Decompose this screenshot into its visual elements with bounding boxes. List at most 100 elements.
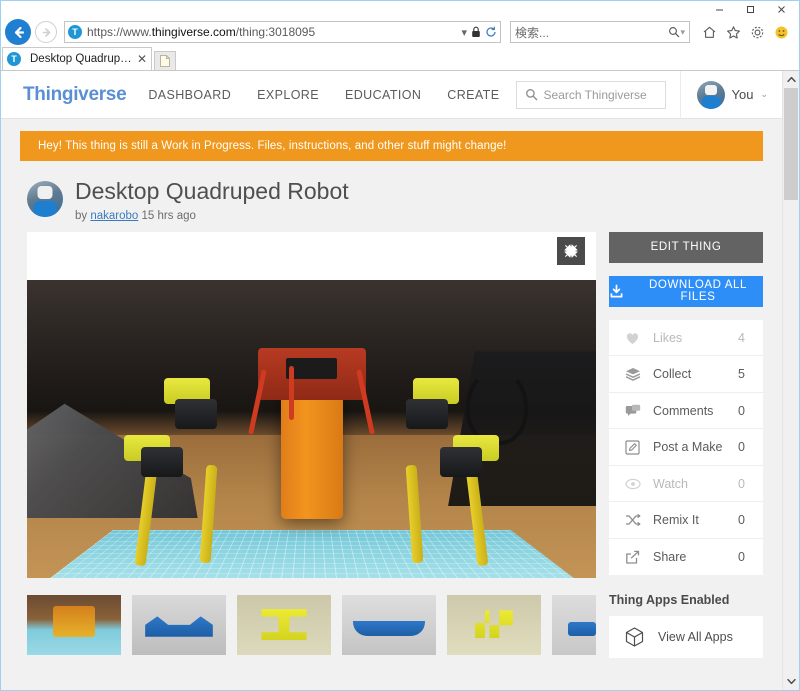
site-favicon: T [68, 25, 82, 39]
browser-window: T https://www.thingiverse.com/thing:3018… [0, 0, 800, 691]
page-content: Thingiverse DASHBOARD EXPLORE EDUCATION … [1, 71, 782, 690]
download-all-files-button[interactable]: DOWNLOAD ALL FILES [609, 275, 763, 307]
layers-icon [625, 367, 653, 381]
pencil-square-icon [625, 439, 653, 455]
search-icon [668, 26, 680, 38]
stat-row-share[interactable]: Share 0 [609, 539, 763, 576]
download-icon [609, 284, 624, 299]
tab-close-icon[interactable]: ✕ [137, 52, 147, 66]
view-all-apps-item[interactable]: View All Apps [609, 616, 763, 659]
comment-icon [625, 404, 653, 418]
thumbnail-5-yellow-leg-print[interactable] [447, 594, 541, 655]
stat-value-watch: 0 [738, 476, 745, 491]
stat-label-comments: Comments [653, 403, 714, 418]
search-icon [525, 88, 538, 101]
work-in-progress-banner: Hey! This thing is still a Work in Progr… [20, 131, 763, 161]
page-viewport: Thingiverse DASHBOARD EXPLORE EDUCATION … [1, 71, 799, 690]
stat-row-collect[interactable]: Collect 5 [609, 356, 763, 393]
stat-row-likes[interactable]: Likes 4 [609, 320, 763, 357]
address-bar-url: https://www.thingiverse.com/thing:301809… [87, 25, 316, 39]
gallery-column [27, 231, 596, 655]
tools-gear-icon[interactable] [749, 24, 766, 41]
stat-value-collect: 5 [738, 367, 745, 381]
favorites-star-icon[interactable] [725, 24, 742, 41]
refresh-icon[interactable] [485, 26, 497, 38]
title-bar [1, 1, 799, 17]
back-arrow-icon[interactable] [5, 19, 31, 45]
tab-desktop-quadruped-robot[interactable]: T Desktop Quadruped Robot ... ✕ [2, 47, 152, 70]
nav-item-explore[interactable]: EXPLORE [257, 88, 319, 102]
site-search-box[interactable]: Search Thingiverse [515, 80, 666, 109]
forward-arrow-icon[interactable] [35, 21, 57, 43]
thingiverse-logo[interactable]: Thingiverse [1, 84, 140, 106]
browser-tool-icons [693, 24, 795, 41]
thumbnail-1-assembled-robot[interactable] [27, 594, 121, 655]
close-button[interactable] [766, 1, 797, 17]
stat-row-post-a-make[interactable]: Post a Make 0 [609, 429, 763, 466]
stat-row-remix-it[interactable]: Remix It 0 [609, 502, 763, 539]
chevron-down-icon: ⌄ [760, 89, 768, 99]
sidebar-column: EDIT THING DOWNLOAD ALL FILES Likes 4 Co… [609, 231, 763, 659]
thumbnail-6-blue-part-partial[interactable] [552, 594, 596, 655]
lock-icon [471, 26, 481, 38]
heart-icon [625, 331, 653, 345]
page-scrollbar[interactable] [782, 71, 799, 690]
shuffle-icon [625, 513, 653, 527]
navigation-toolbar: T https://www.thingiverse.com/thing:3018… [1, 17, 799, 47]
smiley-feedback-icon[interactable] [773, 24, 790, 41]
thing-title-row: Desktop Quadruped Robot by nakarobo 15 h… [1, 161, 782, 232]
stat-value-comments: 0 [738, 403, 745, 418]
tab-favicon: T [7, 52, 21, 66]
tab-title: Desktop Quadruped Robot ... [30, 53, 133, 65]
thumbnail-4-blue-curved-part[interactable] [342, 594, 436, 655]
chevron-down-icon[interactable]: ▾ [461, 26, 467, 39]
stat-label-likes: Likes [653, 330, 683, 345]
stat-label-share: Share [653, 550, 687, 564]
stat-row-watch[interactable]: Watch 0 [609, 466, 763, 503]
nav-item-education[interactable]: EDUCATION [345, 88, 421, 102]
scrollbar-thumb[interactable] [784, 88, 798, 200]
maximize-button[interactable] [735, 1, 766, 17]
stats-list: Likes 4 Collect 5 Comments 0 Post a Make… [609, 319, 763, 576]
nav-item-dashboard[interactable]: DASHBOARD [148, 88, 231, 102]
stat-value-post-a-make: 0 [738, 440, 745, 454]
image-card [27, 231, 596, 578]
new-tab-button[interactable] [154, 51, 176, 70]
stat-label-post-a-make: Post a Make [653, 440, 723, 454]
view-all-apps-label: View All Apps [658, 630, 733, 645]
author-link[interactable]: nakarobo [90, 210, 138, 222]
stat-value-remix-it: 0 [738, 513, 745, 527]
share-icon [625, 550, 653, 565]
tab-strip: T Desktop Quadruped Robot ... ✕ [1, 47, 799, 71]
scroll-down-icon[interactable] [783, 673, 800, 690]
search-chevron-down-icon[interactable]: ▾ [680, 27, 685, 38]
eye-icon [625, 478, 653, 490]
scrollbar-track[interactable] [783, 88, 799, 673]
author-avatar[interactable] [27, 181, 63, 217]
address-bar[interactable]: T https://www.thingiverse.com/thing:3018… [64, 21, 501, 43]
scroll-up-icon[interactable] [783, 71, 800, 88]
thumbnail-2-blue-frame-part[interactable] [132, 594, 226, 655]
expand-fullscreen-icon[interactable] [557, 236, 585, 265]
browser-search-input[interactable]: 検索... [515, 24, 668, 41]
avatar [696, 80, 725, 109]
page-title: Desktop Quadruped Robot [75, 178, 349, 204]
minimize-button[interactable] [704, 1, 735, 17]
main-photo[interactable] [27, 279, 596, 578]
nav-item-create[interactable]: CREATE [447, 88, 499, 102]
byline-prefix: by [75, 209, 88, 222]
site-header: Thingiverse DASHBOARD EXPLORE EDUCATION … [1, 71, 782, 119]
stat-row-comments[interactable]: Comments 0 [609, 393, 763, 430]
user-menu[interactable]: You ⌄ [679, 71, 782, 119]
stat-value-likes: 4 [738, 330, 745, 345]
image-toolbar [27, 232, 596, 280]
site-search-input[interactable]: Search Thingiverse [544, 88, 647, 102]
thumbnail-3-yellow-bracket-print[interactable] [237, 594, 331, 655]
home-icon[interactable] [701, 24, 718, 41]
browser-search-box[interactable]: 検索... ▾ [510, 21, 690, 43]
main-navigation: DASHBOARD EXPLORE EDUCATION CREATE [140, 88, 515, 102]
stat-label-watch: Watch [653, 476, 688, 491]
stat-label-collect: Collect [653, 367, 692, 381]
banner-container: Hey! This thing is still a Work in Progr… [1, 119, 782, 161]
edit-thing-button[interactable]: EDIT THING [609, 231, 763, 263]
